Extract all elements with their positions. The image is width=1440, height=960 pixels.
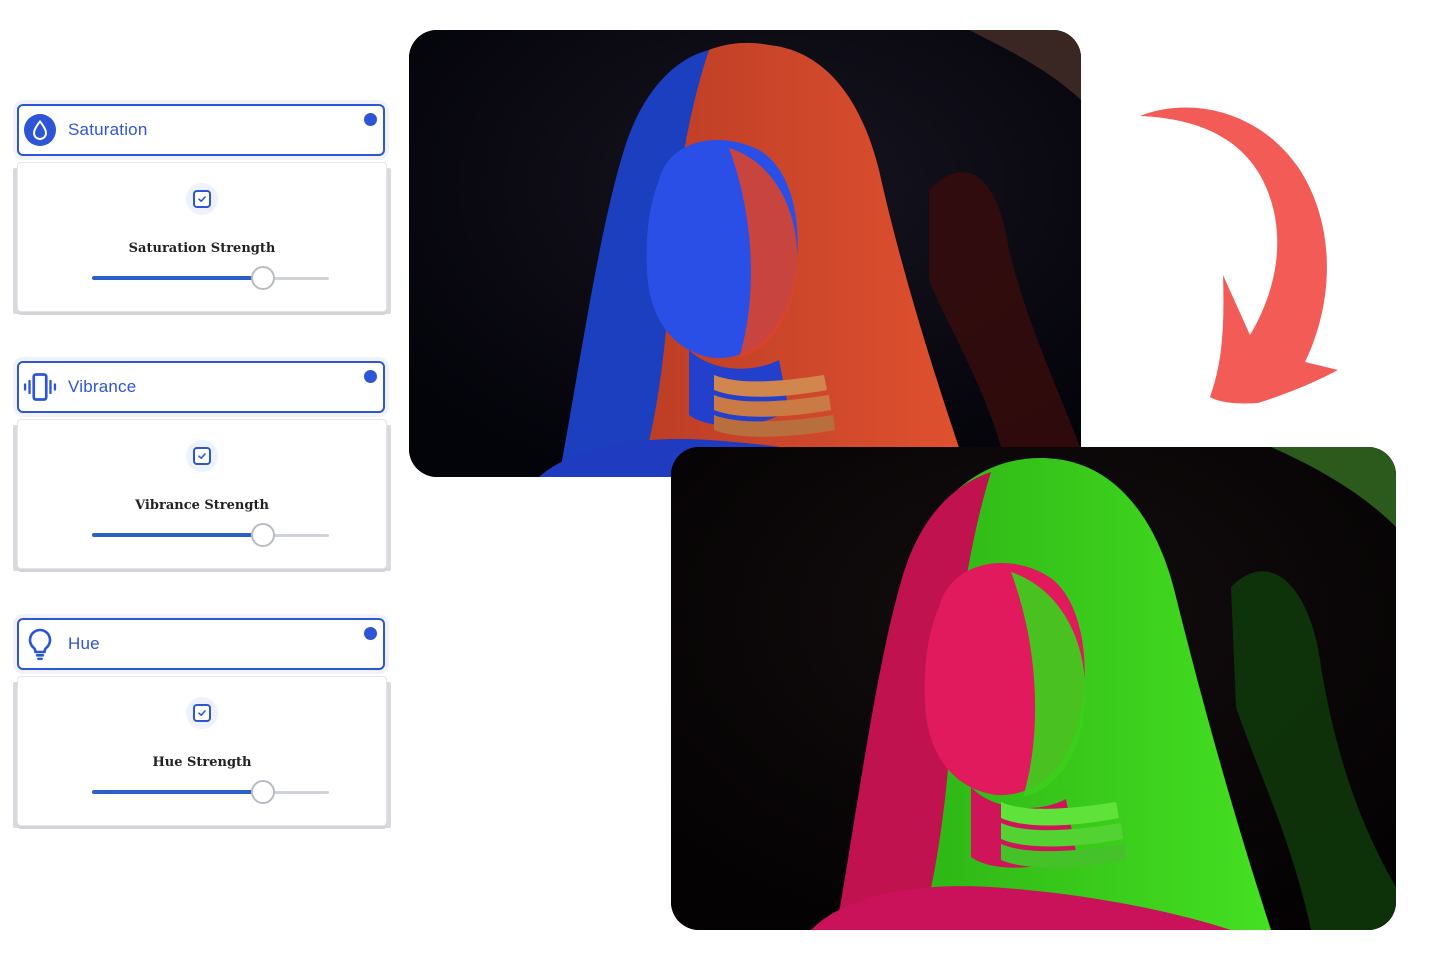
hue-header[interactable]: Hue [17,618,385,670]
strength-slider[interactable] [92,780,329,806]
enable-checkbox[interactable] [186,183,218,215]
slider-thumb[interactable] [250,780,275,804]
active-indicator [364,627,377,640]
vibrance-header[interactable]: Vibrance [17,361,385,413]
active-indicator [364,113,377,126]
check-icon [193,704,211,722]
active-indicator [364,370,377,383]
slider-thumb[interactable] [250,266,275,290]
lightbulb-icon [23,627,57,661]
enable-checkbox[interactable] [186,440,218,472]
slider-fill [92,790,263,794]
strength-label: Hue Strength [152,755,252,770]
hue-body: Hue Strength [17,676,387,826]
slider-thumb[interactable] [250,523,275,547]
saturation-panel: Saturation Saturation Strength [10,100,394,316]
saturation-header[interactable]: Saturation [17,104,385,156]
hue-panel: Hue Hue Strength [10,614,394,830]
panel-title: Saturation [68,120,148,139]
enable-checkbox[interactable] [186,697,218,729]
slider-fill [92,533,263,537]
before-photo [409,30,1081,477]
after-photo [671,447,1396,930]
panel-title: Hue [68,634,100,653]
strength-slider[interactable] [92,523,329,549]
curved-arrow-icon [1130,100,1345,410]
slider-fill [92,276,263,280]
strength-label: Saturation Strength [128,241,276,256]
strength-label: Vibrance Strength [135,498,269,513]
vibrate-phone-icon [23,370,57,404]
check-icon [193,447,211,465]
vibrance-panel: Vibrance Vibrance Strength [10,357,394,573]
check-icon [193,190,211,208]
strength-slider[interactable] [92,266,329,292]
saturation-body: Saturation Strength [17,162,387,312]
vibrance-body: Vibrance Strength [17,419,387,569]
panel-title: Vibrance [68,377,137,396]
droplet-icon [23,113,57,147]
